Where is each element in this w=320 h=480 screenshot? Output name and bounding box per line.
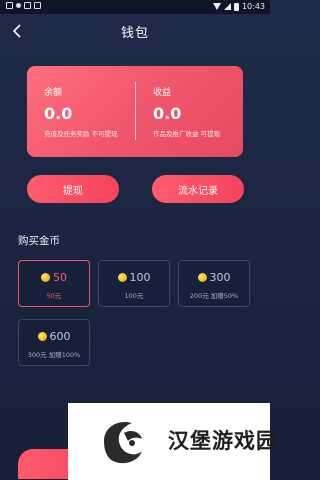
notification-dot-icon bbox=[16, 3, 21, 8]
coin-icon bbox=[117, 273, 127, 282]
earnings-section: 收益 0.0 作品及推广收益 可提现 bbox=[153, 85, 220, 138]
coin-icon bbox=[197, 273, 207, 282]
coin-package-600[interactable]: 600 300元 加赠100% bbox=[18, 319, 90, 366]
title-bar: 钱包 bbox=[0, 14, 270, 48]
watermark-logo-icon bbox=[104, 421, 142, 464]
package-price: 50元 bbox=[46, 292, 62, 300]
balance-card: 余额 0.0 充值及任务奖励 不可提现 收益 0.0 作品及推广收益 可提现 bbox=[27, 66, 243, 157]
package-price: 200元 加赠50% bbox=[189, 292, 239, 300]
package-amount: 600 bbox=[19, 330, 89, 343]
signal-icon bbox=[223, 3, 231, 10]
back-button[interactable] bbox=[10, 23, 24, 39]
package-coins: 50 bbox=[53, 271, 67, 284]
balance-label: 余额 bbox=[44, 88, 63, 98]
status-notifications bbox=[6, 2, 41, 9]
status-bar: 10:43 bbox=[0, 0, 270, 14]
wifi-icon bbox=[212, 3, 221, 10]
withdraw-button[interactable]: 提现 bbox=[27, 175, 119, 203]
balance-value: 0.0 bbox=[44, 104, 73, 123]
coin-package-100[interactable]: 100 100元 bbox=[98, 260, 170, 307]
transaction-records-button[interactable]: 流水记录 bbox=[152, 175, 244, 203]
status-time: 10:43 bbox=[241, 2, 265, 11]
earnings-value: 0.0 bbox=[153, 104, 182, 123]
transaction-records-button-label: 流水记录 bbox=[178, 185, 218, 197]
earnings-note: 作品及推广收益 可提现 bbox=[153, 130, 221, 138]
earnings-label: 收益 bbox=[153, 88, 172, 98]
purchase-coins-title: 购买金币 bbox=[18, 235, 60, 247]
notification-icon bbox=[34, 2, 41, 9]
battery-icon bbox=[233, 2, 239, 11]
package-amount: 100 bbox=[99, 271, 169, 284]
status-system: 10:43 bbox=[212, 2, 265, 11]
package-price: 300元 加赠100% bbox=[27, 351, 81, 359]
package-amount: 300 bbox=[179, 271, 249, 284]
watermark: 汉堡游戏园 bbox=[68, 403, 277, 480]
balance-note: 充值及任务奖励 不可提现 bbox=[44, 130, 118, 138]
package-coins: 300 bbox=[209, 271, 231, 284]
notification-icon bbox=[6, 2, 13, 9]
balance-section: 余额 0.0 充值及任务奖励 不可提现 bbox=[44, 85, 118, 138]
notification-icon bbox=[24, 2, 31, 9]
coin-icon bbox=[37, 332, 47, 341]
coin-package-300[interactable]: 300 200元 加赠50% bbox=[178, 260, 250, 307]
package-coins: 600 bbox=[49, 330, 71, 343]
card-divider bbox=[135, 82, 136, 140]
chevron-left-icon bbox=[12, 24, 21, 38]
coin-icon bbox=[41, 273, 50, 282]
withdraw-button-label: 提现 bbox=[63, 185, 83, 197]
package-price: 100元 bbox=[124, 292, 144, 300]
package-amount: 50 bbox=[19, 271, 89, 284]
coin-package-50[interactable]: 50 50元 bbox=[18, 260, 90, 307]
watermark-text: 汉堡游戏园 bbox=[168, 428, 278, 453]
package-coins: 100 bbox=[129, 271, 151, 284]
page-title: 钱包 bbox=[120, 25, 149, 41]
